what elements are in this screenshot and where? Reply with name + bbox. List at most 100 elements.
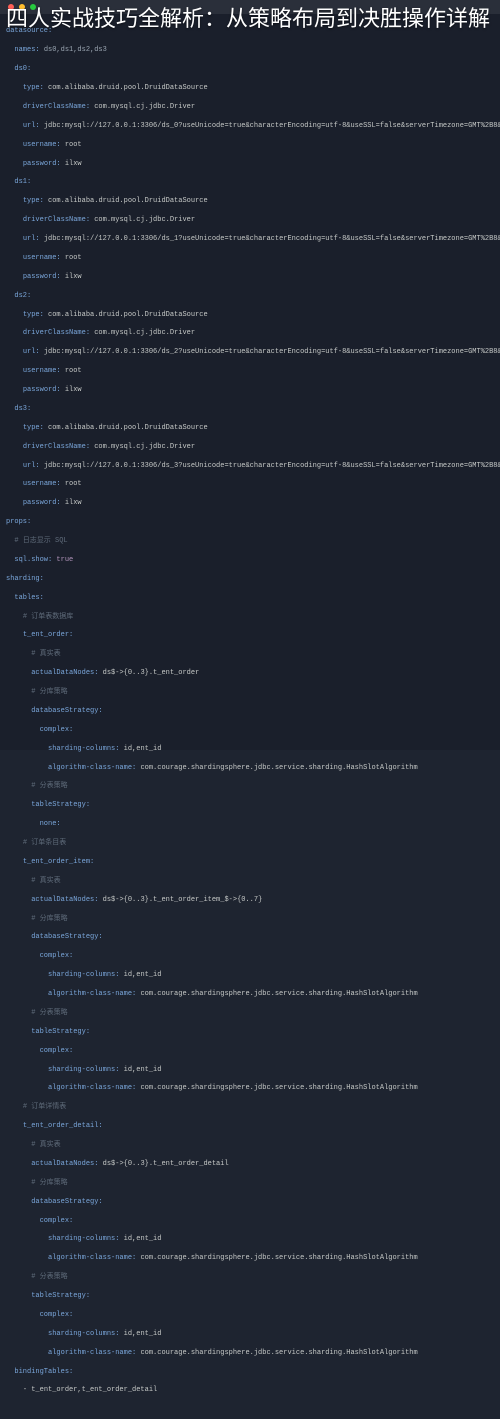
key-pass: password: bbox=[23, 386, 61, 394]
label-tbstrat: tableStrategy: bbox=[31, 1028, 90, 1036]
key-nodes: actualDataNodes: bbox=[31, 669, 98, 677]
label-ds0: ds0: bbox=[14, 65, 31, 73]
label-complex: complex: bbox=[40, 1311, 74, 1319]
comment-tb: # 分表策略 bbox=[31, 1273, 67, 1281]
code-window: datasource: names: ds0,ds1,ds2,ds3 ds0: … bbox=[0, 0, 500, 750]
val-true: true bbox=[56, 556, 73, 564]
key-cols: sharding-columns: bbox=[48, 1330, 119, 1338]
val-cols: id,ent_id bbox=[124, 1235, 162, 1243]
key-type: type: bbox=[23, 424, 44, 432]
comment-real: # 真实表 bbox=[31, 877, 60, 885]
val-user: root bbox=[65, 480, 82, 488]
val-nodes: ds$->{0..3}.t_ent_order bbox=[103, 669, 200, 677]
key-driver: driverClassName: bbox=[23, 216, 90, 224]
val-type: com.alibaba.druid.pool.DruidDataSource bbox=[48, 84, 208, 92]
comment-order: # 订单表数据库 bbox=[23, 613, 73, 621]
key-user: username: bbox=[23, 480, 61, 488]
val-cols: id,ent_id bbox=[124, 1330, 162, 1338]
label-tbstrat: tableStrategy: bbox=[31, 1292, 90, 1300]
key-url: url: bbox=[23, 122, 40, 130]
key-algo: algorithm-class-name: bbox=[48, 1084, 136, 1092]
val-algo: com.courage.shardingsphere.jdbc.service.… bbox=[140, 1349, 417, 1357]
val-nodes: ds$->{0..3}.t_ent_order_detail bbox=[103, 1160, 229, 1168]
comment-db: # 分库策略 bbox=[31, 915, 67, 923]
val-type: com.alibaba.druid.pool.DruidDataSource bbox=[48, 197, 208, 205]
key-driver: driverClassName: bbox=[23, 329, 90, 337]
label-complex: complex: bbox=[40, 1217, 74, 1225]
label-ds3: ds3: bbox=[14, 405, 31, 413]
val-nodes: ds$->{0..3}.t_ent_order_item_$->{0..7} bbox=[103, 896, 263, 904]
comment-sql: # 日志显示 SQL bbox=[14, 537, 67, 545]
label-t-ent-order-item: t_ent_order_item: bbox=[23, 858, 94, 866]
binding-item: - t_ent_order,t_ent_order_detail bbox=[23, 1386, 157, 1394]
comment-tb: # 分表策略 bbox=[31, 1009, 67, 1017]
key-user: username: bbox=[23, 254, 61, 262]
key-cols: sharding-columns: bbox=[48, 1235, 119, 1243]
val-pass: ilxw bbox=[65, 273, 82, 281]
key-algo: algorithm-class-name: bbox=[48, 990, 136, 998]
code-block: datasource: names: ds0,ds1,ds2,ds3 ds0: … bbox=[0, 14, 500, 1419]
val-driver: com.mysql.cj.jdbc.Driver bbox=[94, 329, 195, 337]
val-user: root bbox=[65, 254, 82, 262]
val-algo: com.courage.shardingsphere.jdbc.service.… bbox=[140, 1084, 417, 1092]
comment-db: # 分库策略 bbox=[31, 688, 67, 696]
val-type: com.alibaba.druid.pool.DruidDataSource bbox=[48, 311, 208, 319]
key-pass: password: bbox=[23, 499, 61, 507]
label-binding: bindingTables: bbox=[14, 1368, 73, 1376]
key-driver: driverClassName: bbox=[23, 443, 90, 451]
key-driver: driverClassName: bbox=[23, 103, 90, 111]
label-complex: complex: bbox=[40, 952, 74, 960]
val-pass: ilxw bbox=[65, 499, 82, 507]
label-dbstrat: databaseStrategy: bbox=[31, 933, 102, 941]
key-sqlshow: sql.show: bbox=[14, 556, 52, 564]
comment-detail: # 订单详情表 bbox=[23, 1103, 66, 1111]
key-type: type: bbox=[23, 311, 44, 319]
label-ds1: ds1: bbox=[14, 178, 31, 186]
key-algo: algorithm-class-name: bbox=[48, 1349, 136, 1357]
key-pass: password: bbox=[23, 273, 61, 281]
val-driver: com.mysql.cj.jdbc.Driver bbox=[94, 103, 195, 111]
label-complex: complex: bbox=[40, 1047, 74, 1055]
val-names: ds0,ds1,ds2,ds3 bbox=[44, 46, 107, 54]
val-pass: ilxw bbox=[65, 160, 82, 168]
val-user: root bbox=[65, 367, 82, 375]
comment-db: # 分库策略 bbox=[31, 1179, 67, 1187]
label-t-ent-order-detail: t_ent_order_detail: bbox=[23, 1122, 103, 1130]
key-algo: algorithm-class-name: bbox=[48, 764, 136, 772]
val-url: jdbc:mysql://127.0.0.1:3306/ds_3?useUnic… bbox=[44, 462, 500, 470]
val-user: root bbox=[65, 141, 82, 149]
key-url: url: bbox=[23, 462, 40, 470]
val-driver: com.mysql.cj.jdbc.Driver bbox=[94, 443, 195, 451]
label-dbstrat: databaseStrategy: bbox=[31, 707, 102, 715]
val-algo: com.courage.shardingsphere.jdbc.service.… bbox=[140, 764, 417, 772]
key-cols: sharding-columns: bbox=[48, 745, 119, 753]
label-tbstrat: tableStrategy: bbox=[31, 801, 90, 809]
label-sharding: sharding: bbox=[6, 575, 44, 583]
val-type: com.alibaba.druid.pool.DruidDataSource bbox=[48, 424, 208, 432]
label-none: none: bbox=[40, 820, 61, 828]
key-type: type: bbox=[23, 197, 44, 205]
key-user: username: bbox=[23, 367, 61, 375]
val-algo: com.courage.shardingsphere.jdbc.service.… bbox=[140, 1254, 417, 1262]
label-complex: complex: bbox=[40, 726, 74, 734]
comment-tb: # 分表策略 bbox=[31, 782, 67, 790]
val-pass: ilxw bbox=[65, 386, 82, 394]
key-url: url: bbox=[23, 235, 40, 243]
key-pass: password: bbox=[23, 160, 61, 168]
key-names: names: bbox=[14, 46, 39, 54]
val-cols: id,ent_id bbox=[124, 1066, 162, 1074]
key-nodes: actualDataNodes: bbox=[31, 1160, 98, 1168]
label-dbstrat: databaseStrategy: bbox=[31, 1198, 102, 1206]
val-url: jdbc:mysql://127.0.0.1:3306/ds_2?useUnic… bbox=[44, 348, 500, 356]
label-t-ent-order: t_ent_order: bbox=[23, 631, 73, 639]
comment-item: # 订单条目表 bbox=[23, 839, 66, 847]
key-cols: sharding-columns: bbox=[48, 971, 119, 979]
key-url: url: bbox=[23, 348, 40, 356]
val-url: jdbc:mysql://127.0.0.1:3306/ds_0?useUnic… bbox=[44, 122, 500, 130]
key-user: username: bbox=[23, 141, 61, 149]
label-props: props: bbox=[6, 518, 31, 526]
label-ds2: ds2: bbox=[14, 292, 31, 300]
val-driver: com.mysql.cj.jdbc.Driver bbox=[94, 216, 195, 224]
comment-real: # 真实表 bbox=[31, 1141, 60, 1149]
key-type: type: bbox=[23, 84, 44, 92]
